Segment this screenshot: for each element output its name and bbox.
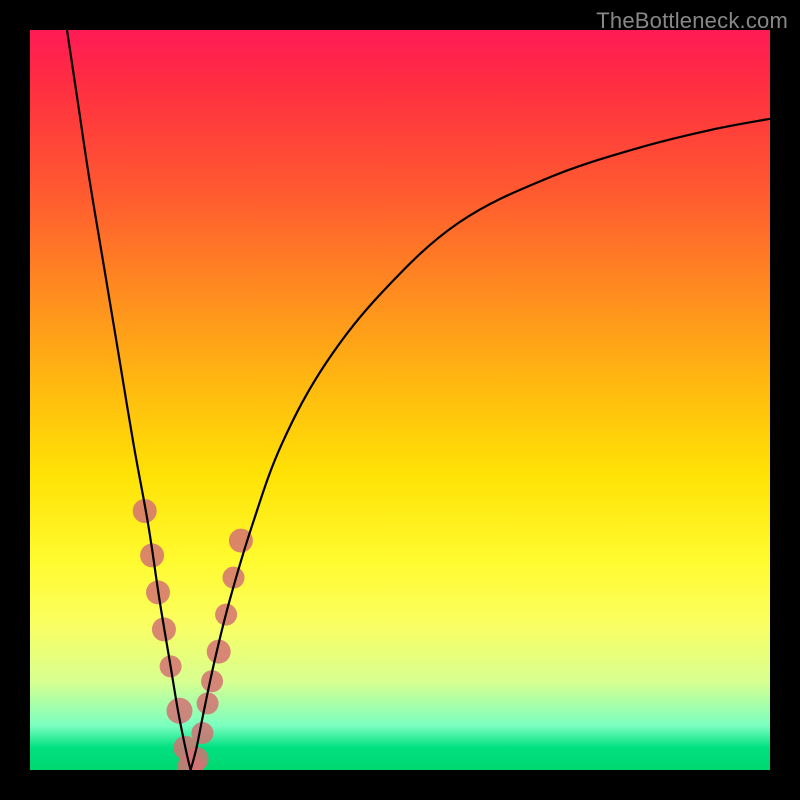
chart-svg — [30, 30, 770, 770]
plot-area — [30, 30, 770, 770]
curve-right-branch — [191, 119, 770, 770]
data-point — [191, 722, 213, 744]
chart-frame: TheBottleneck.com — [0, 0, 800, 800]
